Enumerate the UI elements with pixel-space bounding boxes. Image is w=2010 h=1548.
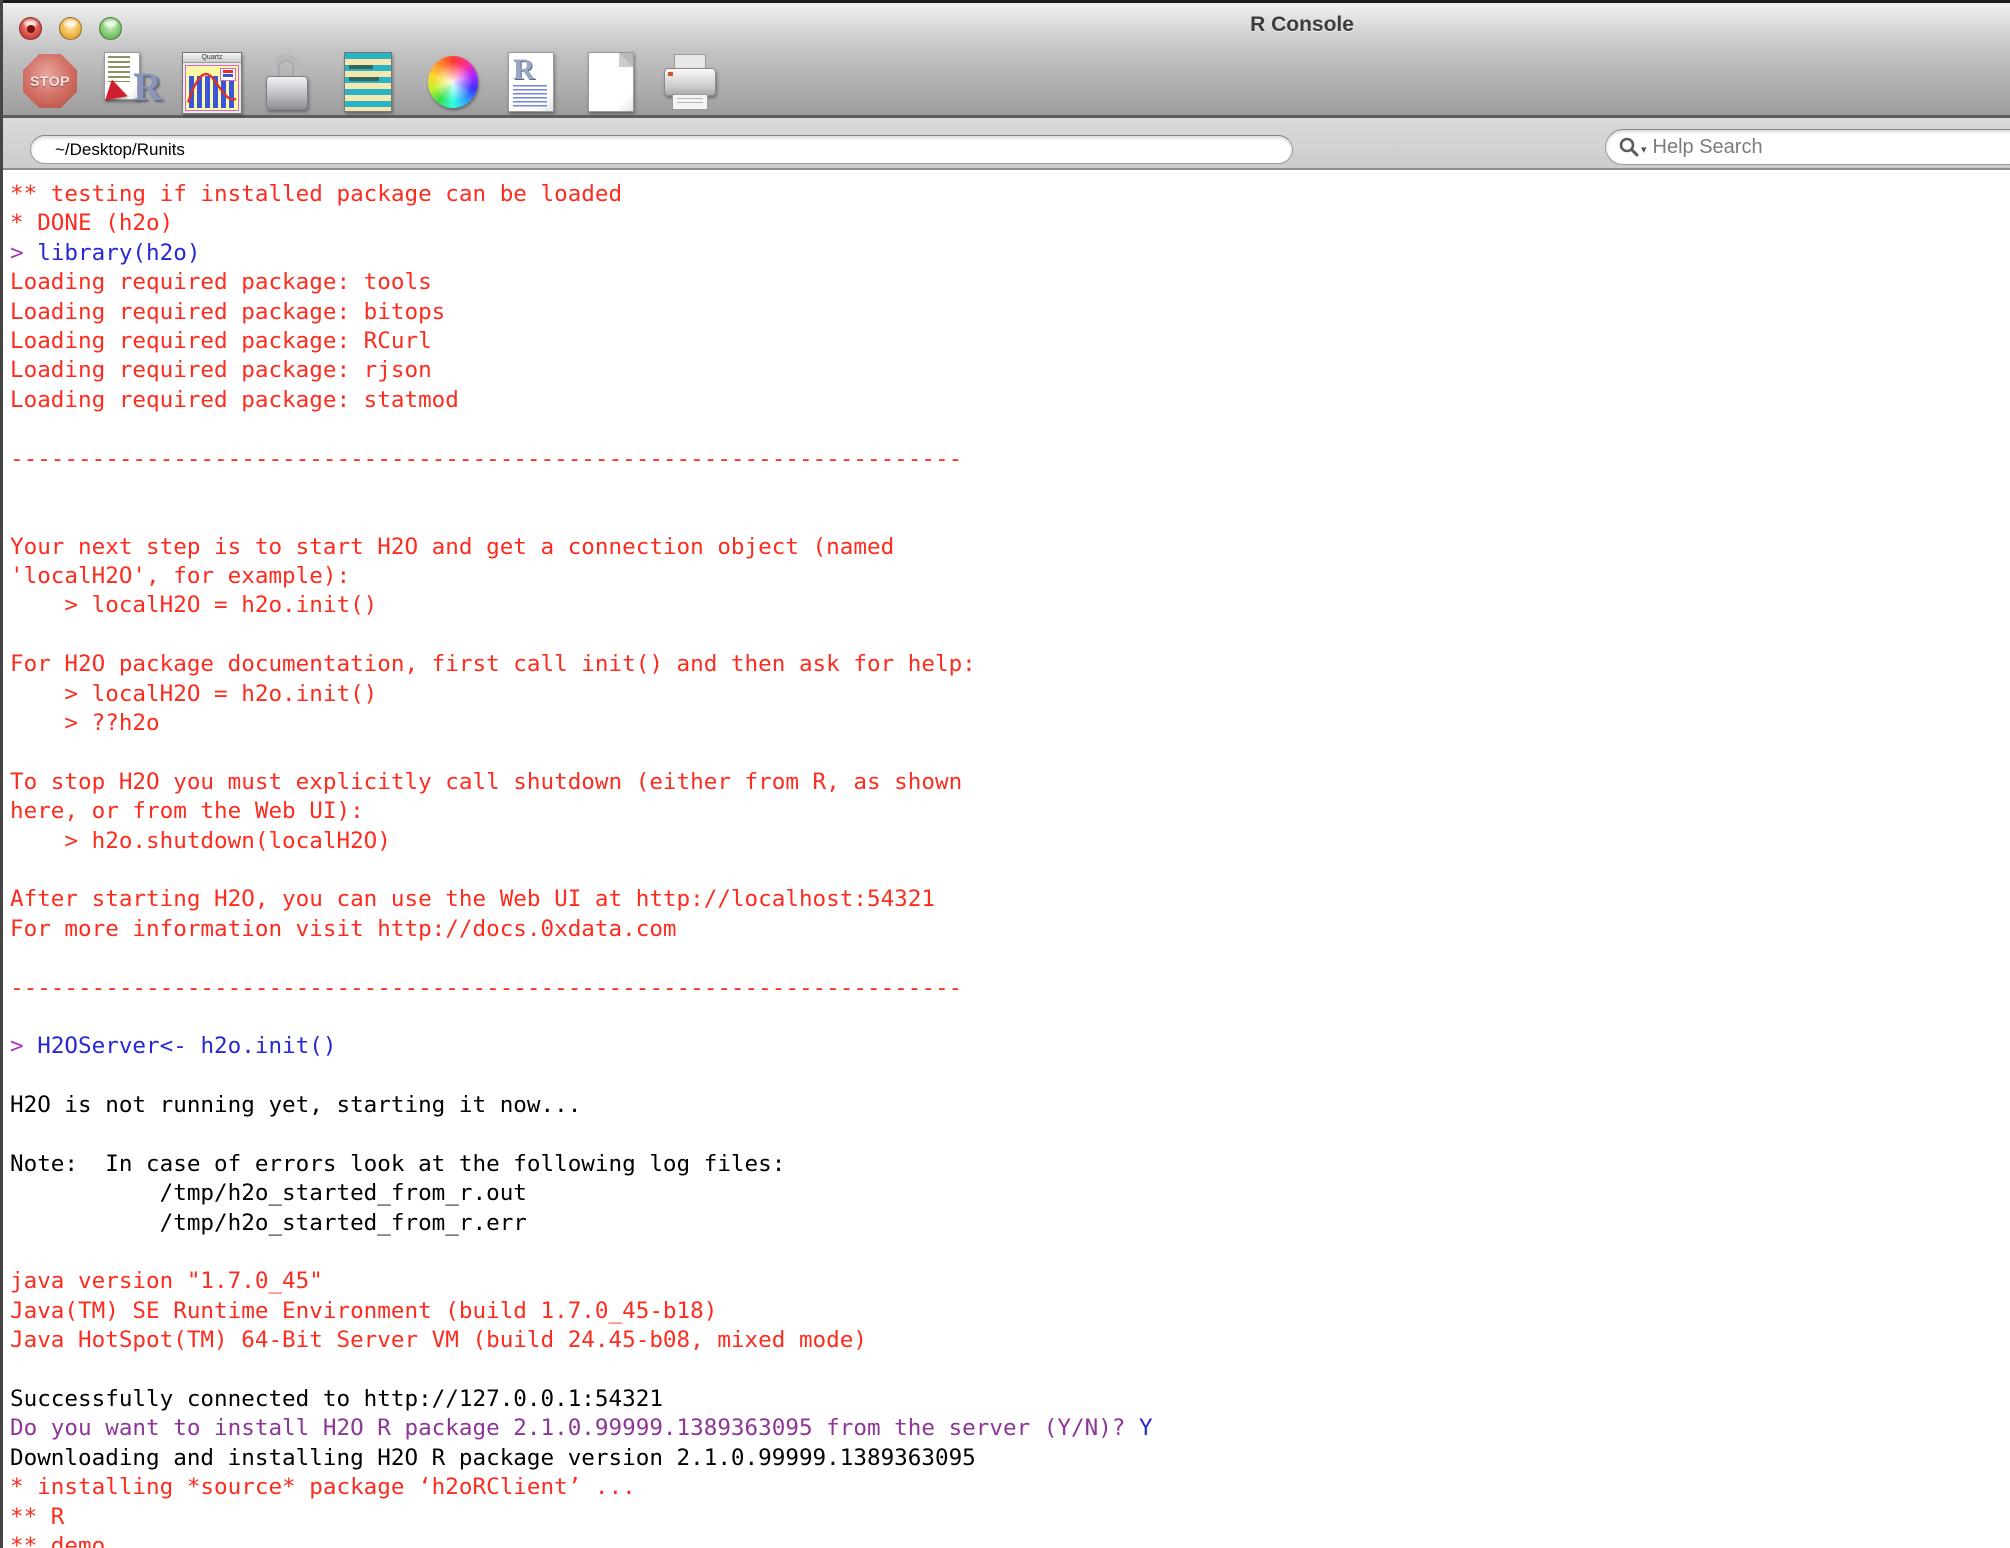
console-line: To stop H2O you must explicitly call shu…	[10, 768, 2010, 797]
console-line	[10, 856, 2010, 885]
console-line: For more information visit http://docs.0…	[10, 915, 2010, 944]
window-title: R Console	[1250, 13, 1354, 37]
window-left-edge	[0, 0, 3, 1548]
quartz-button[interactable]: Quartz	[180, 52, 242, 110]
color-table-button[interactable]	[336, 52, 398, 110]
console-line: > H2OServer<- h2o.init()	[10, 1032, 2010, 1061]
console-line: Java HotSpot(TM) 64-Bit Server VM (build…	[10, 1326, 2010, 1355]
console-line: > ??h2o	[10, 709, 2010, 738]
r-document-icon: R	[500, 52, 562, 110]
title-bar: R Console	[0, 3, 2010, 47]
minimize-button[interactable]	[59, 17, 82, 40]
color-wheel-icon	[428, 56, 478, 108]
console-line: 'localH2O', for example):	[10, 562, 2010, 591]
console-line: Do you want to install H2O R package 2.1…	[10, 1414, 2010, 1443]
working-directory-field[interactable]: ~/Desktop/Runits	[30, 135, 1293, 164]
window-top-edge	[0, 0, 2010, 3]
console-line: Loading required package: statmod	[10, 386, 2010, 415]
console-line: Your next step is to start H2O and get a…	[10, 533, 2010, 562]
new-document-button[interactable]	[578, 52, 640, 110]
console-line: Loading required package: rjson	[10, 356, 2010, 385]
console-line: /tmp/h2o_started_from_r.err	[10, 1209, 2010, 1238]
console-line: * DONE (h2o)	[10, 209, 2010, 238]
console-line: ** testing if installed package can be l…	[10, 180, 2010, 209]
console-line	[10, 621, 2010, 650]
r-console-window: { "window": { "title": "R Console" }, "c…	[0, 0, 2010, 1548]
console-line: Downloading and installing H2O R package…	[10, 1444, 2010, 1473]
console-line: H2O is not running yet, starting it now.…	[10, 1091, 2010, 1120]
help-search-placeholder: Help Search	[1653, 136, 1763, 159]
print-icon	[658, 52, 720, 110]
lock-button[interactable]	[256, 52, 318, 110]
lock-icon	[256, 52, 318, 110]
print-button[interactable]	[658, 52, 720, 110]
new-document-icon	[588, 52, 634, 112]
console-line: * installing *source* package ‘h2oRClien…	[10, 1473, 2010, 1502]
close-button[interactable]	[19, 17, 42, 40]
console-line: After starting H2O, you can use the Web …	[10, 885, 2010, 914]
stop-icon: STOP	[23, 54, 77, 108]
console-line: ----------------------------------------…	[10, 974, 2010, 1003]
working-directory-value: ~/Desktop/Runits	[55, 140, 185, 159]
help-search-field[interactable]: ▾ Help Search	[1605, 129, 2010, 165]
console-line: > library(h2o)	[10, 239, 2010, 268]
console-line: Note: In case of errors look at the foll…	[10, 1150, 2010, 1179]
color-table-icon	[344, 52, 392, 112]
toolbar: STOP R Quartz R	[0, 47, 2010, 118]
console-line: ** R	[10, 1503, 2010, 1532]
console-line	[10, 738, 2010, 767]
console-line	[10, 944, 2010, 973]
zoom-button[interactable]	[99, 17, 122, 40]
stop-button[interactable]: STOP	[20, 52, 82, 110]
console-line: ----------------------------------------…	[10, 445, 2010, 474]
console-line: Loading required package: tools	[10, 268, 2010, 297]
console-line: Loading required package: bitops	[10, 298, 2010, 327]
console-line	[10, 474, 2010, 503]
console-line: java version "1.7.0_45"	[10, 1267, 2010, 1296]
r-source-icon: R	[100, 52, 162, 110]
console-line: > localH2O = h2o.init()	[10, 591, 2010, 620]
color-wheel-button[interactable]	[420, 52, 482, 110]
quartz-icon: Quartz	[182, 52, 242, 114]
console-line	[10, 503, 2010, 532]
console-line: Successfully connected to http://127.0.0…	[10, 1385, 2010, 1414]
console-line	[10, 1003, 2010, 1032]
search-icon	[1618, 136, 1640, 158]
console-line: For H2O package documentation, first cal…	[10, 650, 2010, 679]
field-strip: ~/Desktop/Runits ▾ Help Search	[0, 118, 2010, 170]
console-output[interactable]: ** testing if installed package can be l…	[0, 170, 2010, 1548]
console-line	[10, 1238, 2010, 1267]
console-line	[10, 1121, 2010, 1150]
console-line: > h2o.shutdown(localH2O)	[10, 827, 2010, 856]
source-file-button[interactable]: R	[100, 52, 162, 110]
console-line: Loading required package: RCurl	[10, 327, 2010, 356]
console-line: here, or from the Web UI):	[10, 797, 2010, 826]
console-line: > localH2O = h2o.init()	[10, 680, 2010, 709]
console-line: ** demo	[10, 1532, 2010, 1548]
console-line: /tmp/h2o_started_from_r.out	[10, 1179, 2010, 1208]
console-line: Java(TM) SE Runtime Environment (build 1…	[10, 1297, 2010, 1326]
console-line	[10, 415, 2010, 444]
console-line	[10, 1356, 2010, 1385]
console-area[interactable]: ** testing if installed package can be l…	[0, 170, 2010, 1548]
r-document-button[interactable]: R	[500, 52, 562, 110]
search-scope-chevron-icon[interactable]: ▾	[1641, 143, 1647, 156]
console-line	[10, 1062, 2010, 1091]
